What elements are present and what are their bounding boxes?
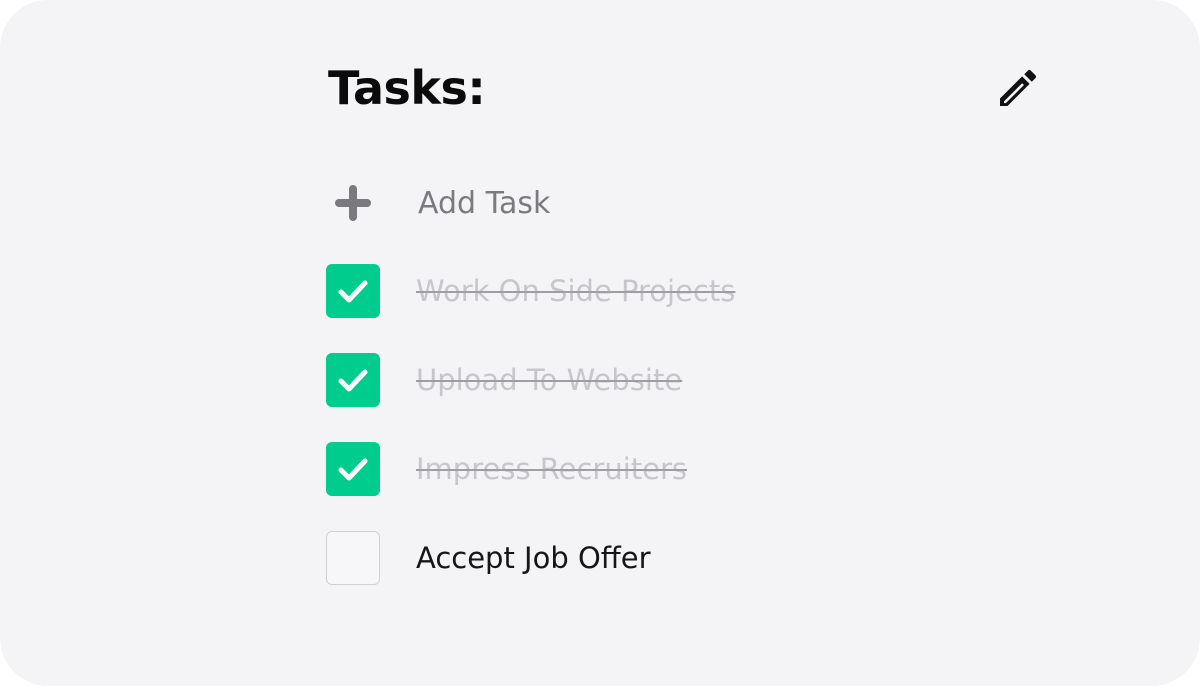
add-task-button[interactable]: Add Task [326, 172, 550, 234]
add-task-label: Add Task [418, 185, 551, 221]
task-item: Upload To Website [326, 353, 682, 407]
checkmark-icon [338, 458, 368, 481]
edit-button[interactable] [992, 62, 1044, 114]
task-label: Work On Side Projects [416, 274, 736, 308]
task-item: Accept Job Offer [326, 531, 651, 585]
task-checkbox[interactable] [326, 264, 380, 318]
checkmark-icon [338, 369, 368, 392]
task-checkbox[interactable] [326, 353, 380, 407]
pencil-icon [1000, 69, 1037, 106]
page-title: Tasks: [328, 61, 486, 115]
task-card: Tasks: Add Task Work On Side Projects Up… [0, 0, 1200, 686]
task-item: Impress Recruiters [326, 442, 687, 496]
task-label: Accept Job Offer [416, 541, 651, 575]
plus-icon [326, 176, 380, 230]
task-item: Work On Side Projects [326, 264, 735, 318]
task-checkbox[interactable] [326, 531, 380, 585]
task-label: Upload To Website [416, 363, 683, 397]
task-checkbox[interactable] [326, 442, 380, 496]
checkmark-icon [338, 280, 368, 303]
task-label: Impress Recruiters [416, 452, 688, 486]
